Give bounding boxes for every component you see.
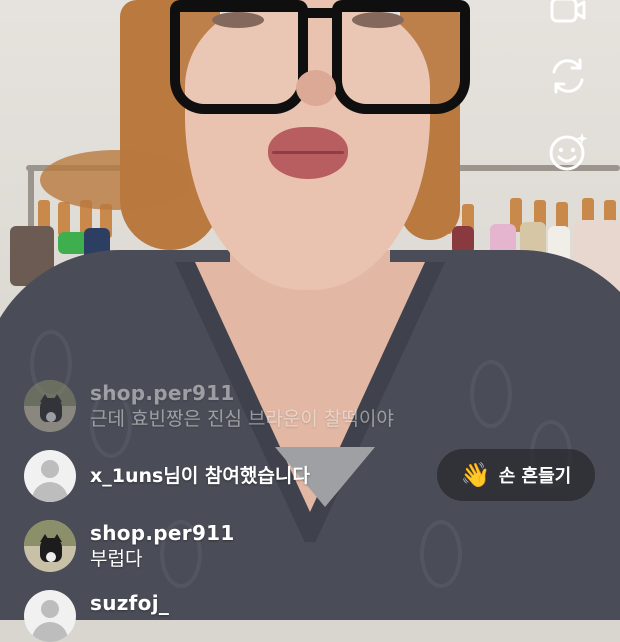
waving-hand-icon: 👋 xyxy=(460,461,491,489)
wave-button[interactable]: 👋 손 흔들기 xyxy=(437,449,595,501)
comment-username[interactable]: shop.per911 xyxy=(90,520,235,546)
nose xyxy=(296,70,336,106)
join-notice-text: x_1uns님이 참여했습니다 xyxy=(90,465,310,487)
wave-button-label: 손 흔들기 xyxy=(498,466,572,487)
comment-text: 근데 효빈짱은 진심 브라운이 찰떡이야 xyxy=(90,408,394,430)
join-notice: x_1uns님이 참여했습니다 xyxy=(24,450,310,502)
comment-text: 부럽다 xyxy=(90,548,143,570)
glasses-right-lens xyxy=(332,0,470,114)
avatar[interactable] xyxy=(24,520,76,572)
comment-username[interactable]: shop.per911 xyxy=(90,380,394,406)
comment-item: shop.per911 근데 효빈짱은 진심 브라운이 찰떡이야 xyxy=(24,380,394,432)
glasses-bridge xyxy=(302,8,342,18)
comment-item: suzfoj_ xyxy=(24,590,169,642)
avatar[interactable] xyxy=(24,450,76,502)
glasses-left-lens xyxy=(170,0,308,114)
comment-username[interactable]: suzfoj_ xyxy=(90,590,169,616)
video-camera-icon[interactable] xyxy=(544,0,592,34)
avatar[interactable] xyxy=(24,590,76,642)
face-effects-icon[interactable] xyxy=(544,128,592,176)
switch-camera-icon[interactable] xyxy=(544,52,592,100)
comment-item: shop.per911 부럽다 xyxy=(24,520,235,572)
avatar[interactable] xyxy=(24,380,76,432)
